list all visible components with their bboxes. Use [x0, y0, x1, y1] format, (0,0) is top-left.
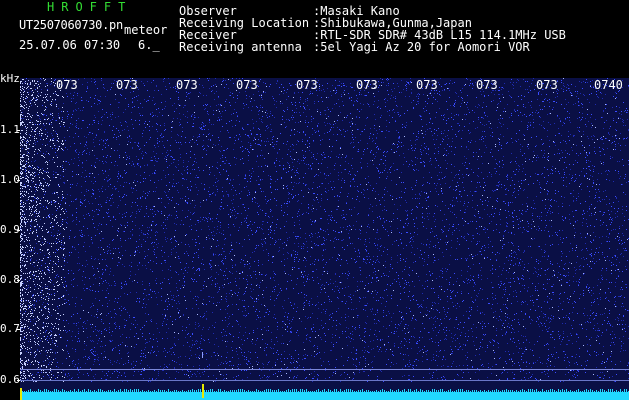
time-label: 073: [176, 78, 198, 92]
time-label: 073: [536, 78, 558, 92]
y-tick-mark: [17, 180, 20, 181]
antenna-label: Receiving antenna: [179, 40, 302, 54]
meteor-label: meteor: [124, 23, 168, 37]
time-label: 0740: [594, 78, 623, 92]
app-brand: HROFFT: [47, 0, 133, 14]
y-tick-mark: [17, 230, 20, 231]
time-label: 073: [476, 78, 498, 92]
time-label: 073: [56, 78, 78, 92]
y-tick-mark: [17, 329, 20, 330]
time-label: 073: [236, 78, 258, 92]
time-label: 073: [296, 78, 318, 92]
y-tick-mark: [17, 130, 20, 131]
time-label: 073: [356, 78, 378, 92]
spectrogram-canvas: [20, 78, 629, 400]
y-tick-mark: [17, 380, 20, 381]
y-axis-unit: kHz: [0, 72, 20, 85]
time-label: 073: [416, 78, 438, 92]
file-name: UT2507060730.pn: [19, 18, 123, 32]
header-panel: HROFFT UT2507060730.pn meteor 25.07.06 0…: [0, 0, 629, 76]
date-time: 25.07.06 07:30: [19, 38, 121, 52]
signal-value: 6._: [138, 38, 160, 52]
time-label: 073: [116, 78, 138, 92]
antenna-value: :5el Yagi Az 20 for Aomori VOR: [313, 40, 530, 54]
y-tick-mark: [17, 280, 20, 281]
spectrogram: [20, 78, 629, 400]
